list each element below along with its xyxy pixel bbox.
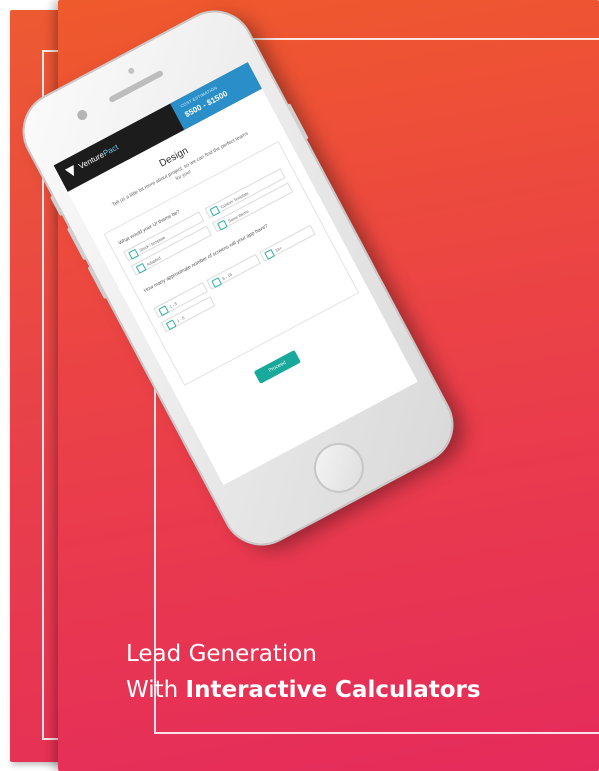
cover-title-line2: With Interactive Calculators — [126, 672, 481, 708]
cover-title: Lead Generation With Interactive Calcula… — [126, 636, 481, 708]
phone-speaker — [108, 69, 165, 104]
screen-brand: VenturePact — [77, 142, 120, 171]
home-button-icon[interactable] — [305, 434, 373, 502]
venturepact-logo-icon — [65, 165, 79, 179]
cover-title-prefix: With — [126, 677, 179, 703]
option-screens-6-15[interactable]: 6 - 15 — [206, 253, 261, 290]
phone-camera — [75, 108, 90, 122]
cover-title-line1: Lead Generation — [126, 641, 317, 667]
proceed-button[interactable]: Proceed — [253, 349, 301, 384]
cover-title-bold: Interactive Calculators — [185, 677, 481, 703]
phone-sensor — [127, 66, 136, 75]
